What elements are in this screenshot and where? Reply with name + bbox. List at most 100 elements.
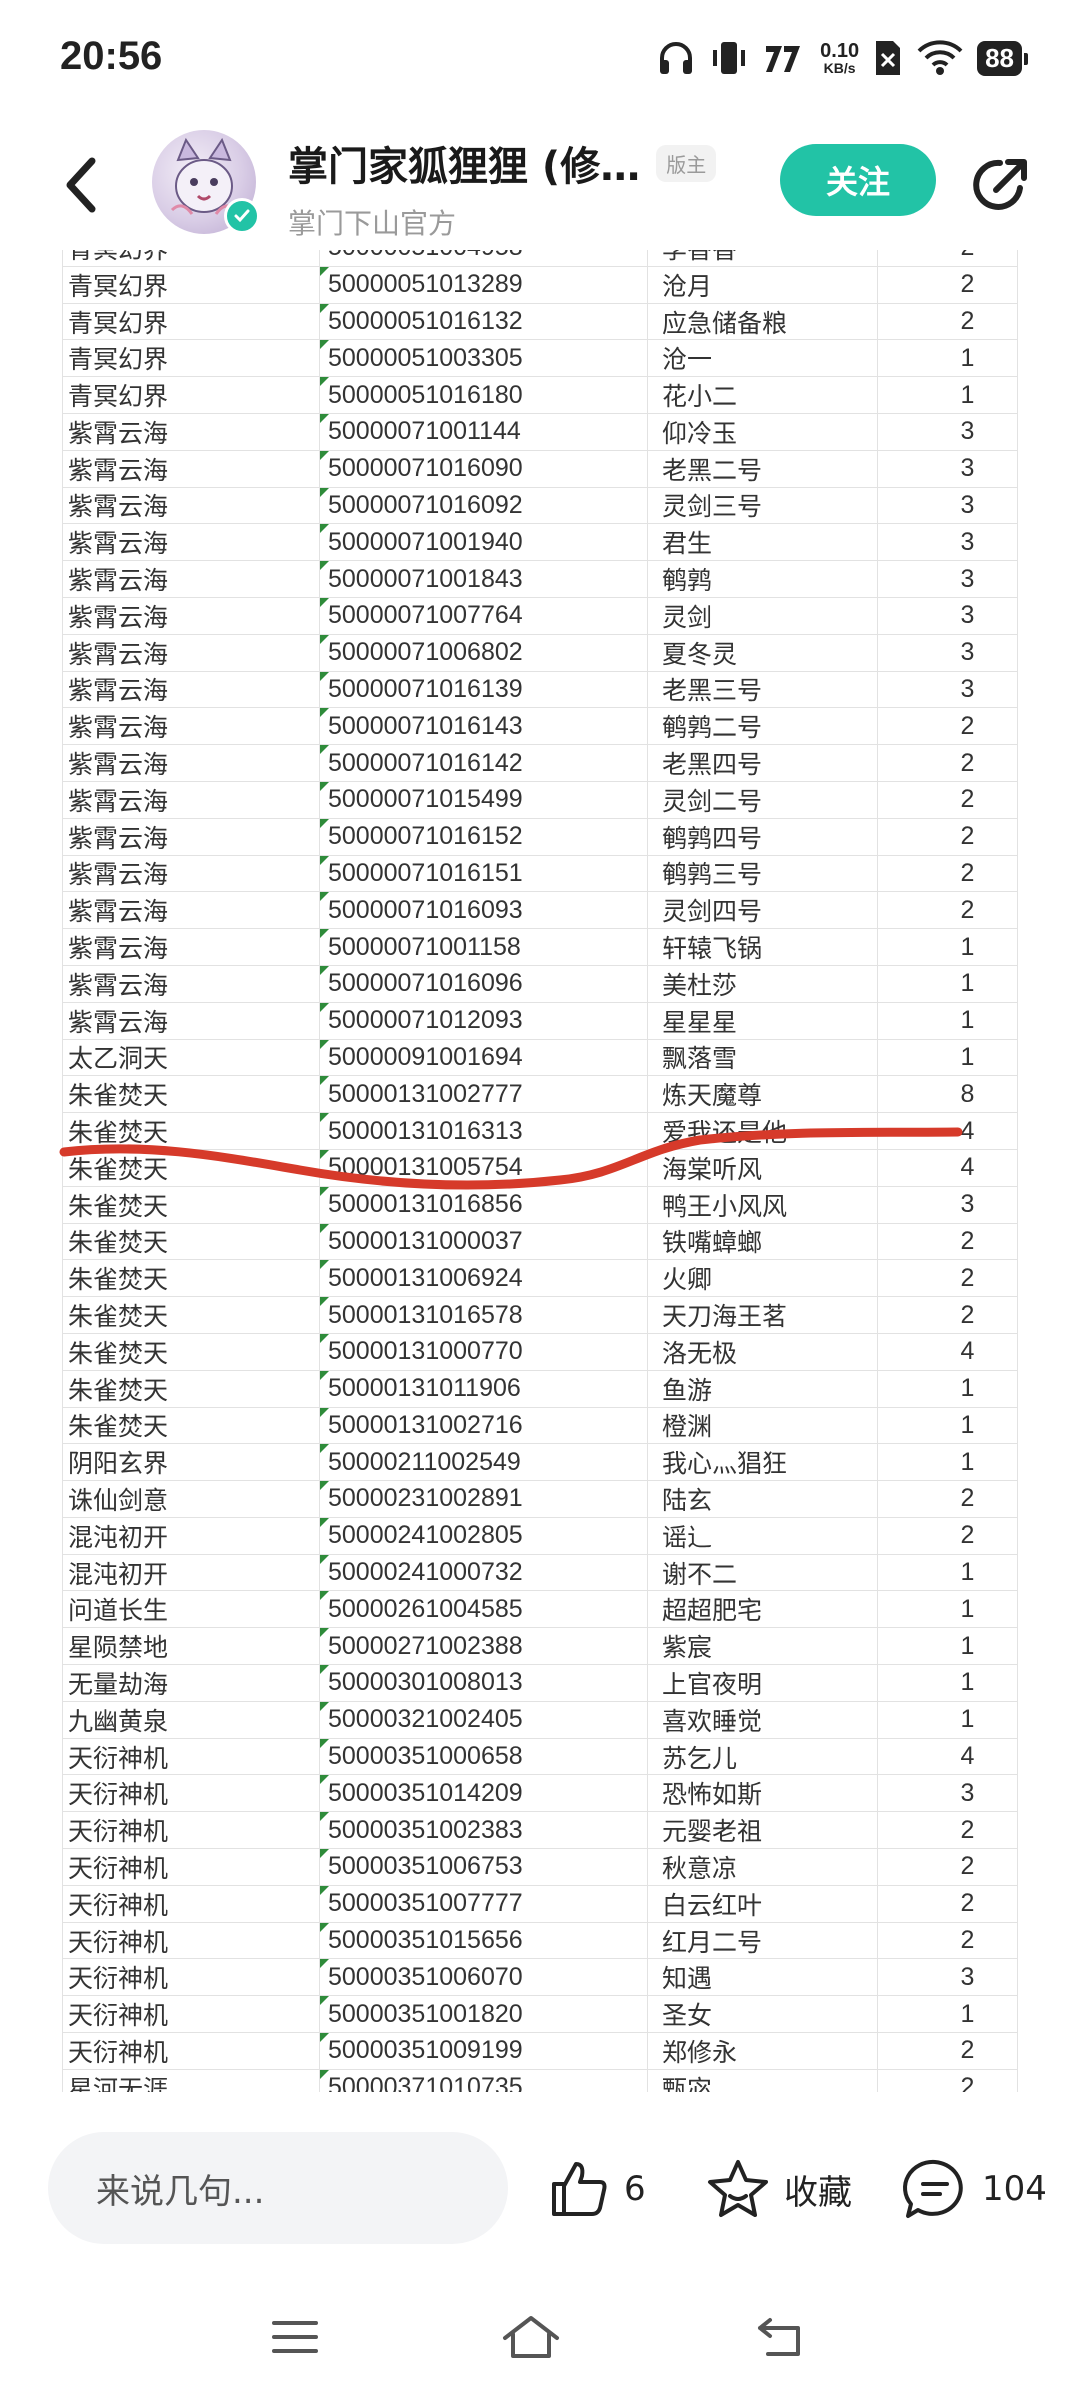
- count-cell: 1: [878, 340, 1018, 377]
- player-id-cell: 50000131005754: [320, 1149, 648, 1186]
- player-id-cell: 50000351002383: [320, 1812, 648, 1849]
- nav-back-button[interactable]: [746, 2302, 816, 2372]
- sect-cell: 朱雀焚天: [62, 1076, 320, 1113]
- count-cell: 1: [878, 1444, 1018, 1481]
- table-row: 天衍神机 50000351006070 知遇 3: [62, 1959, 1018, 1997]
- player-id-cell: 50000241002805: [320, 1517, 648, 1554]
- player-id-cell: 50000351001820: [320, 1996, 648, 2033]
- player-id-cell: 50000261004585: [320, 1591, 648, 1628]
- table-row: 朱雀焚天 50000131000770 洛无极 4: [62, 1333, 1018, 1371]
- nav-home-button[interactable]: [496, 2302, 566, 2372]
- table-row: 紫霄云海 50000071015499 灵剑二号 2: [62, 781, 1018, 819]
- player-name-cell: 苏乞儿: [648, 1738, 878, 1775]
- favorite-label: 收藏: [784, 2172, 852, 2213]
- player-name-cell: 郑修永: [648, 2033, 878, 2069]
- count-cell: 1: [878, 1665, 1018, 1701]
- back-button[interactable]: [52, 150, 112, 220]
- sect-cell: 紫霄云海: [62, 634, 320, 671]
- count-cell: 4: [878, 1149, 1018, 1186]
- player-name-cell: 灵剑三号: [648, 487, 878, 524]
- sect-cell: 朱雀焚天: [62, 1186, 320, 1223]
- battery-indicator: 88: [977, 40, 1028, 76]
- like-button[interactable]: 6: [548, 2154, 646, 2224]
- count-cell: 3: [878, 524, 1018, 561]
- player-id-cell: 50000211002549: [320, 1444, 648, 1481]
- sect-cell: 紫霄云海: [62, 781, 320, 818]
- sect-cell: 问道长生: [62, 1591, 320, 1628]
- avatar[interactable]: [152, 130, 260, 234]
- player-id-cell: 50000071016143: [320, 708, 648, 745]
- share-button[interactable]: [966, 150, 1036, 220]
- player-name-cell: 灵剑: [648, 597, 878, 634]
- table-row: 朱雀焚天 50000131000037 铁嘴蟑螂 2: [62, 1223, 1018, 1261]
- table-row: 紫霄云海 50000071016142 老黑四号 2: [62, 745, 1018, 782]
- post-image-spreadsheet[interactable]: 青冥幻界50000051004958李香香2青冥幻界50000051013289…: [0, 250, 1080, 2092]
- sect-cell: 天衍神机: [62, 1775, 320, 1812]
- author-info[interactable]: 掌门家狐狸狸 (修… 版主 掌门下山官方: [288, 134, 748, 242]
- sect-cell: 紫霄云海: [62, 487, 320, 524]
- player-name-cell: 炼天魔尊: [648, 1076, 878, 1113]
- count-cell: 3: [878, 413, 1018, 450]
- status-time: 20:56: [60, 34, 163, 78]
- player-name-cell: 灵剑二号: [648, 781, 878, 818]
- sect-cell: 紫霄云海: [62, 1002, 320, 1039]
- count-cell: 3: [878, 597, 1018, 634]
- table-row: 紫霄云海 50000071016152 鹌鹑四号 2: [62, 818, 1018, 856]
- table-row: 青冥幻界 50000051016180 花小二 1: [62, 377, 1018, 414]
- player-name-cell: 老黑二号: [648, 450, 878, 487]
- sect-cell: 天衍神机: [62, 1922, 320, 1959]
- player-id-cell: 50000071016090: [320, 450, 648, 487]
- sect-cell: 天衍神机: [62, 1812, 320, 1849]
- comments-button[interactable]: 104: [902, 2154, 1047, 2224]
- player-id-cell: 50000271002388: [320, 1628, 648, 1665]
- sect-cell: 天衍神机: [62, 1885, 320, 1922]
- table-row: 紫霄云海 50000071016092 灵剑三号 3: [62, 487, 1018, 525]
- count-cell: 1: [878, 1002, 1018, 1039]
- sect-cell: 朱雀焚天: [62, 1407, 320, 1444]
- player-id-cell: 50000051003305: [320, 340, 648, 377]
- count-cell: 2: [878, 855, 1018, 892]
- post-header: 掌门家狐狸狸 (修… 版主 掌门下山官方 关注: [0, 120, 1080, 250]
- player-name-cell: 天刀海王茗: [648, 1297, 878, 1333]
- player-name-cell: 美杜莎: [648, 965, 878, 1002]
- count-cell: 2: [878, 745, 1018, 781]
- no-sim-icon: [873, 38, 903, 78]
- count-cell: 2: [878, 250, 1018, 266]
- player-id-cell: 50000301008013: [320, 1665, 648, 1701]
- player-id-cell: 50000131002716: [320, 1407, 648, 1444]
- count-cell: 4: [878, 1333, 1018, 1370]
- player-name-cell: 鹌鹑四号: [648, 818, 878, 855]
- player-name-cell: 谢不二: [648, 1554, 878, 1591]
- player-id-cell: 50000071016151: [320, 855, 648, 892]
- comment-input[interactable]: 来说几句...: [48, 2132, 508, 2244]
- star-icon: [708, 2160, 768, 2217]
- player-id-cell: 50000241000732: [320, 1554, 648, 1591]
- count-cell: 1: [878, 377, 1018, 413]
- spreadsheet-table: 青冥幻界50000051004958李香香2青冥幻界50000051013289…: [62, 250, 1018, 2092]
- count-cell: 2: [878, 708, 1018, 745]
- table-row: 紫霄云海 50000071001144 仰冷玉 3: [62, 413, 1018, 451]
- player-id-cell: 50000071012093: [320, 1002, 648, 1039]
- player-name-cell: 元婴老祖: [648, 1812, 878, 1849]
- player-id-cell: 50000131002777: [320, 1076, 648, 1113]
- sect-cell: 紫霄云海: [62, 597, 320, 634]
- player-name-cell: 夏冬灵: [648, 634, 878, 671]
- network-speed: 0.10 KB/s: [820, 40, 860, 76]
- favorite-button[interactable]: 收藏: [706, 2154, 852, 2224]
- follow-button[interactable]: 关注: [780, 144, 936, 216]
- headphones-icon: [656, 38, 696, 78]
- sect-cell: 星陨禁地: [62, 1628, 320, 1665]
- player-id-cell: 50000071015499: [320, 781, 648, 818]
- sect-cell: 紫霄云海: [62, 524, 320, 561]
- system-nav-bar: [0, 2280, 1080, 2400]
- count-cell: 2: [878, 2033, 1018, 2069]
- nav-menu-button[interactable]: [260, 2302, 330, 2372]
- sect-cell: 紫霄云海: [62, 892, 320, 929]
- player-name-cell: 陆玄: [648, 1481, 878, 1517]
- count-cell: 1: [878, 1554, 1018, 1591]
- table-row: 天衍神机 50000351007777 白云红叶 2: [62, 1885, 1018, 1923]
- home-icon: [503, 2316, 559, 2358]
- player-id-cell: 50000321002405: [320, 1701, 648, 1738]
- player-id-cell: 50000071001940: [320, 524, 648, 561]
- player-id-cell: 50000051016132: [320, 303, 648, 340]
